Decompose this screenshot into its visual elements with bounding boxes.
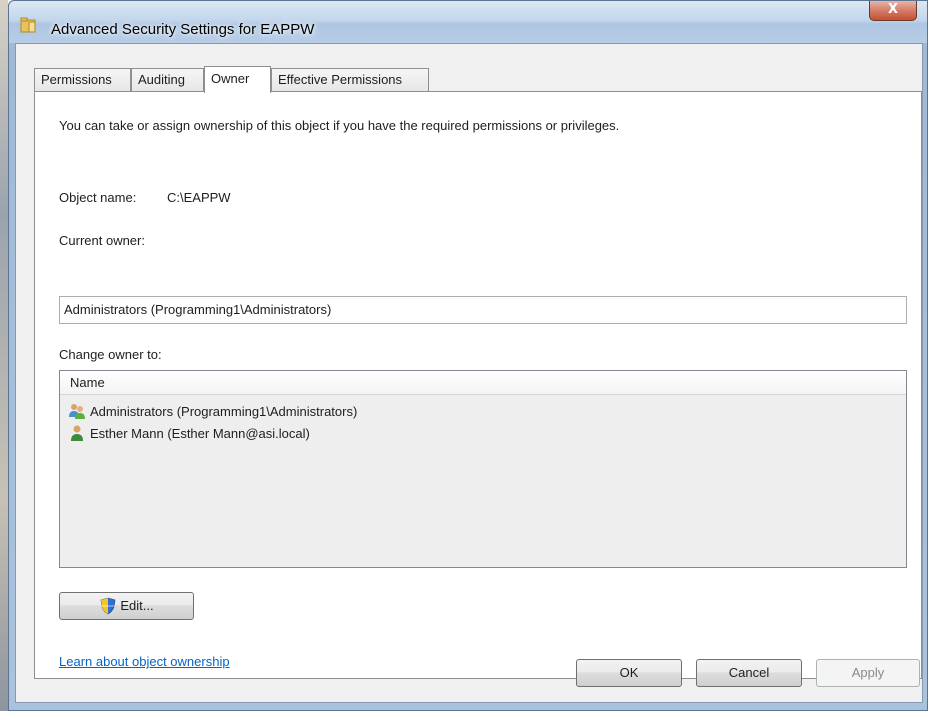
current-owner-label: Current owner:	[59, 233, 145, 248]
apply-button[interactable]: Apply	[816, 659, 920, 687]
folder-icon	[20, 17, 38, 33]
object-name-value: C:\EAPPW	[167, 190, 231, 205]
object-name-label: Object name:	[59, 190, 137, 205]
list-item[interactable]: Esther Mann (Esther Mann@asi.local)	[68, 422, 310, 444]
close-button[interactable]: X	[869, 1, 917, 21]
security-settings-window: Advanced Security Settings for EAPPW X P…	[8, 0, 928, 711]
column-header-name[interactable]: Name	[60, 371, 906, 395]
tab-permissions[interactable]: Permissions	[34, 68, 131, 92]
tab-owner[interactable]: Owner	[204, 66, 271, 93]
edit-button[interactable]: Edit...	[59, 592, 194, 620]
background-desktop	[0, 0, 8, 711]
current-owner-field[interactable]: Administrators (Programming1\Administrat…	[59, 296, 907, 324]
user-icon	[68, 424, 86, 442]
group-icon	[68, 402, 86, 420]
list-item[interactable]: Administrators (Programming1\Administrat…	[68, 400, 357, 422]
tab-auditing[interactable]: Auditing	[131, 68, 204, 92]
title-bar[interactable]: Advanced Security Settings for EAPPW X	[9, 1, 927, 43]
list-item-label: Esther Mann (Esther Mann@asi.local)	[90, 425, 310, 441]
close-icon: X	[887, 2, 899, 17]
tab-effective-permissions[interactable]: Effective Permissions	[271, 68, 429, 92]
list-item-label: Administrators (Programming1\Administrat…	[90, 403, 358, 419]
ok-button[interactable]: OK	[576, 659, 682, 687]
uac-shield-icon	[101, 597, 116, 615]
owner-tab-panel: You can take or assign ownership of this…	[34, 91, 922, 679]
change-owner-list[interactable]: Name Administrators (Programming1\Admini…	[59, 370, 907, 568]
change-owner-label: Change owner to:	[59, 347, 162, 362]
intro-text: You can take or assign ownership of this…	[59, 118, 620, 133]
cancel-button[interactable]: Cancel	[696, 659, 802, 687]
learn-ownership-link[interactable]: Learn about object ownership	[59, 654, 230, 669]
edit-button-label: Edit...	[120, 598, 154, 613]
dialog-client-area: Permissions Auditing Owner Effective Per…	[15, 43, 923, 703]
window-title: Advanced Security Settings for EAPPW	[51, 21, 315, 38]
